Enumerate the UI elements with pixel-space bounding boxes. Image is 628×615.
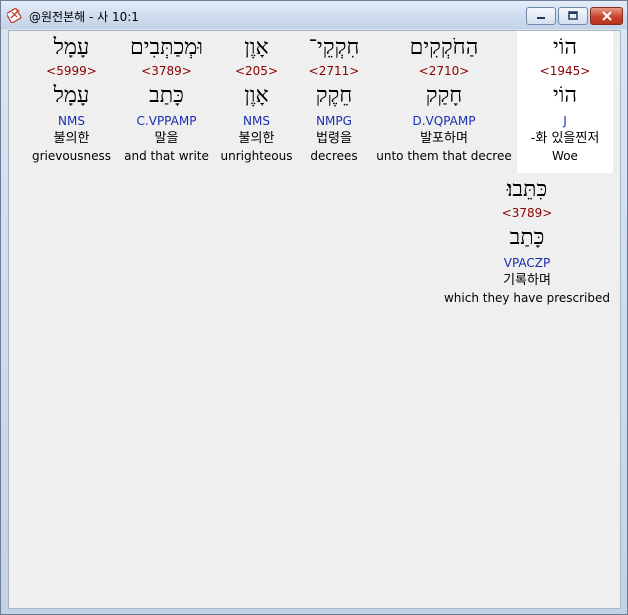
hebrew-lemma: כָּתַב [509, 225, 545, 250]
english-gloss: and that write [124, 149, 209, 163]
hebrew-word: הַחֹקְקִים [409, 35, 479, 60]
hebrew-lemma: הוֹי [552, 83, 578, 108]
app-logo-icon [7, 7, 22, 23]
close-icon [601, 11, 612, 21]
english-gloss: grievousness [31, 149, 112, 163]
hebrew-word: וּמְכַתְּבִים [130, 35, 203, 60]
korean-gloss: 발포하며 [420, 131, 468, 146]
restore-icon [568, 11, 578, 20]
minimize-icon [537, 17, 545, 19]
title-bar[interactable]: @원전본해 - 사 10:1 [1, 1, 627, 29]
english-gloss: decrees [310, 149, 358, 163]
hebrew-lemma: עָמָל [53, 83, 90, 108]
english-gloss: which they have prescribed [443, 291, 611, 305]
strong-number[interactable]: <2711> [309, 63, 360, 80]
english-gloss: Woe [552, 149, 578, 163]
morphology-code: D.VQPAMP [412, 114, 476, 128]
morphology-code: NMS [58, 114, 85, 128]
word-cell[interactable]: הַחֹקְקִים <2710> חָקַק D.VQPAMP 발포하며 un… [374, 31, 514, 173]
hebrew-word: עָמָל [53, 35, 90, 60]
word-cell[interactable]: חִקְקֵי־ <2711> חֵקֶק NMPG 법령을 decrees [299, 31, 369, 173]
interlinear-panel[interactable]: הוֹי <1945> הוֹי J -화 있을찐저 Woe הַחֹקְקִי… [8, 30, 621, 609]
korean-gloss: 불의한 [53, 131, 90, 146]
word-cell[interactable]: הוֹי <1945> הוֹי J -화 있을찐저 Woe [517, 31, 613, 173]
korean-gloss: 말을 [154, 131, 179, 146]
english-gloss: unto them that decree [376, 149, 512, 163]
hebrew-lemma: חָקַק [425, 83, 463, 108]
morphology-code: J [563, 114, 567, 128]
english-gloss: unrighteous [220, 149, 293, 163]
word-cell[interactable]: וּמְכַתְּבִים <3789> כָּתַב C.VPPAMP 말을 … [119, 31, 214, 173]
strong-number[interactable]: <2710> [419, 63, 470, 80]
hebrew-lemma: אָוֶן [244, 83, 269, 108]
morphology-code: VPACZP [503, 256, 551, 270]
hebrew-word: הוֹי [552, 35, 578, 60]
strong-number[interactable]: <1945> [540, 63, 591, 80]
word-cell[interactable]: כִּתֵּבוּ׃ <3789> כָּתַב VPACZP 기록하며 whi… [441, 173, 613, 315]
maximize-button[interactable] [558, 7, 588, 25]
close-button[interactable] [590, 7, 623, 25]
strong-number[interactable]: <5999> [46, 63, 97, 80]
strong-number[interactable]: <3789> [141, 63, 192, 80]
word-cell[interactable]: אָוֶן <205> אָוֶן NMS 불의한 unrighteous [219, 31, 294, 173]
strong-number[interactable]: <3789> [502, 205, 553, 222]
morphology-code: NMPG [316, 114, 352, 128]
morphology-code: C.VPPAMP [136, 114, 197, 128]
word-cell[interactable]: עָמָל <5999> עָמָל NMS 불의한 grievousness [29, 31, 114, 173]
korean-gloss: -화 있을찐저 [530, 131, 600, 146]
strong-number[interactable]: <205> [235, 63, 278, 80]
app-window: @원전본해 - 사 10:1 הוֹי <1945> הוֹי J -화 있을찐… [0, 0, 628, 615]
korean-gloss: 불의한 [238, 131, 275, 146]
korean-gloss: 법령을 [316, 131, 352, 146]
hebrew-word: חִקְקֵי־ [308, 35, 360, 60]
hebrew-word: אָוֶן [244, 35, 269, 60]
minimize-button[interactable] [526, 7, 556, 25]
hebrew-word: כִּתֵּבוּ׃ [506, 177, 548, 202]
window-title: @원전본해 - 사 10:1 [29, 10, 139, 24]
korean-gloss: 기록하며 [503, 273, 551, 288]
hebrew-lemma: חֵקֶק [315, 83, 353, 108]
morphology-code: NMS [243, 114, 270, 128]
hebrew-lemma: כָּתַב [149, 83, 184, 108]
